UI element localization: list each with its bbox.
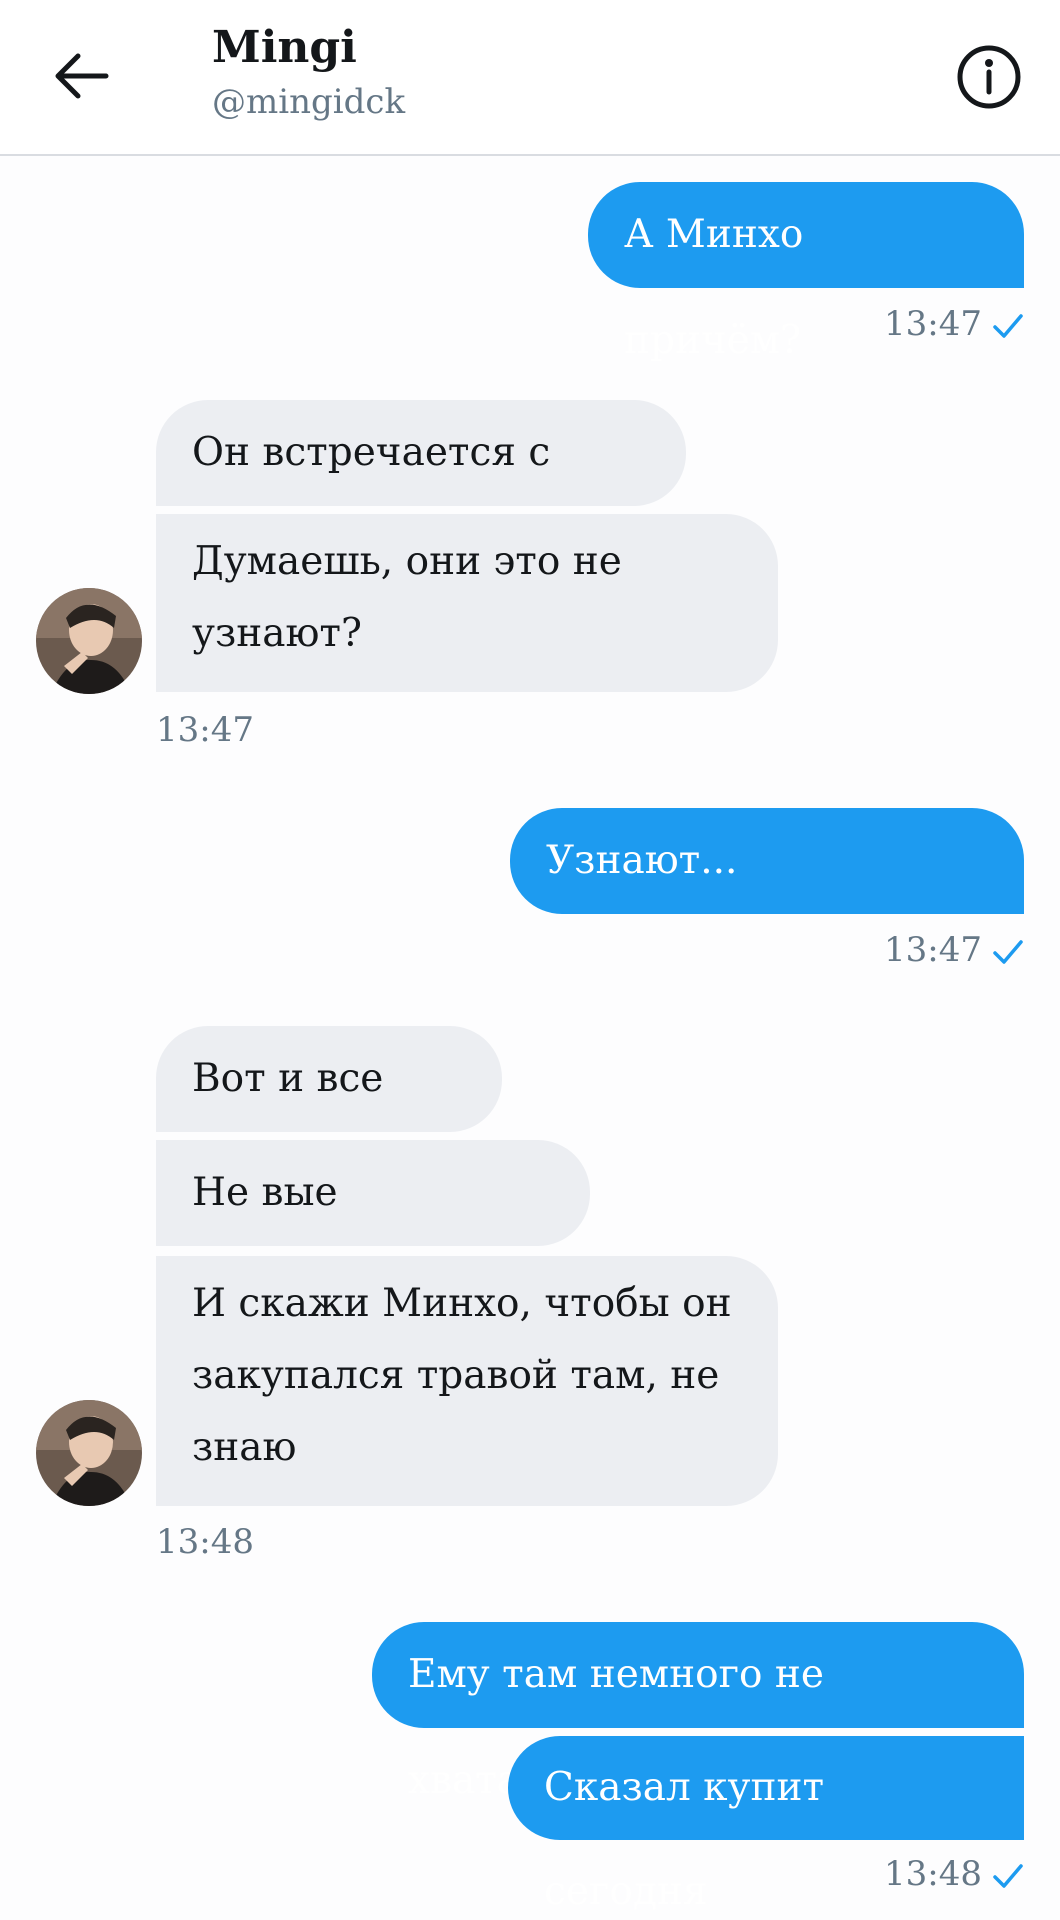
message-incoming[interactable]: И скажи Минхо, чтобы он закупался травой…	[156, 1256, 778, 1506]
message-outgoing[interactable]: Сказал купит сегодня	[508, 1736, 1024, 1914]
message-line: закупался травой там, не	[192, 1353, 720, 1398]
message-incoming[interactable]: Он встречается с псом	[156, 400, 686, 581]
timestamp-text: 13:48	[884, 1854, 982, 1894]
back-button[interactable]	[50, 48, 114, 104]
message-outgoing[interactable]: Ему там немного не хватает	[372, 1622, 1024, 1803]
contact-name: Mingi	[212, 22, 357, 73]
timestamp-text: 13:47	[884, 930, 982, 970]
message-timestamp: 13:48	[884, 1852, 1024, 1896]
checkmark-icon	[993, 314, 1023, 338]
contact-handle: @mingidck	[212, 82, 406, 122]
message-line: узнают?	[192, 611, 362, 656]
dm-conversation-screen: Mingi @mingidck А Минхо причём? 13:47 Он…	[0, 0, 1060, 1920]
message-timestamp: 13:47	[884, 928, 1024, 972]
message-timestamp: 13:47	[156, 710, 254, 750]
conversation-header: Mingi @mingidck	[0, 0, 1060, 156]
message-line: знаю	[192, 1425, 297, 1470]
checkmark-icon	[993, 1864, 1023, 1888]
conversation-title[interactable]: Mingi @mingidck	[212, 20, 405, 124]
message-incoming[interactable]: Вот и все	[156, 1026, 502, 1132]
avatar-image	[36, 1400, 142, 1506]
message-incoming[interactable]: Думаешь, они это не узнают?	[156, 514, 778, 692]
info-button[interactable]	[956, 44, 1022, 110]
message-timestamp: 13:47	[884, 302, 1024, 346]
avatar[interactable]	[36, 1400, 142, 1506]
timestamp-text: 13:47	[884, 304, 982, 344]
arrow-left-icon	[55, 53, 109, 99]
message-outgoing[interactable]: Узнают...	[510, 808, 1024, 914]
message-line: И скажи Минхо, чтобы он	[192, 1281, 732, 1326]
avatar-image	[36, 588, 142, 694]
info-icon	[957, 45, 1021, 109]
message-outgoing[interactable]: А Минхо причём?	[588, 182, 1024, 363]
checkmark-icon	[993, 940, 1023, 964]
message-incoming[interactable]: Не вые	[156, 1140, 590, 1246]
message-timestamp: 13:48	[156, 1522, 254, 1562]
avatar[interactable]	[36, 588, 142, 694]
message-line: Думаешь, они это не	[192, 539, 622, 584]
